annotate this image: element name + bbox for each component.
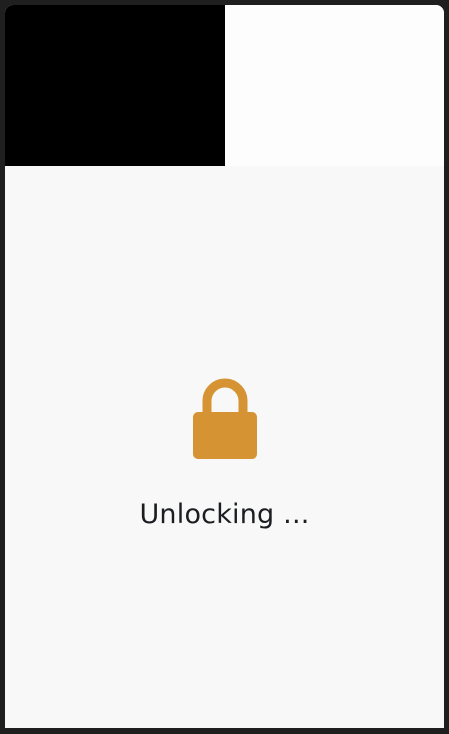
top-preview-strip [5,5,444,166]
unlocking-status-text: Unlocking ... [139,499,310,530]
unlock-window: Unlocking ... [5,5,444,728]
lock-icon [193,378,257,459]
preview-dark-panel [5,5,225,166]
preview-light-panel [225,5,444,166]
